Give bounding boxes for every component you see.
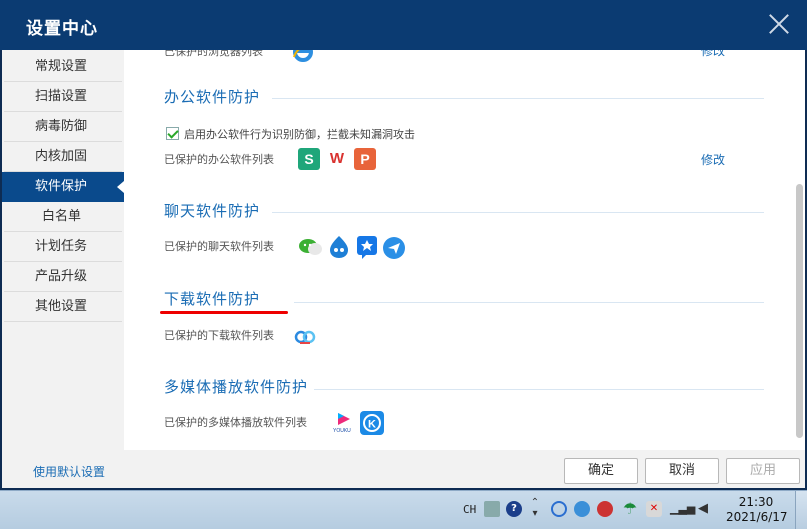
sidebar-item-label: 白名单 bbox=[42, 209, 82, 224]
sidebar-item-label: 内核加固 bbox=[35, 149, 88, 164]
youku-icon: YOUKU bbox=[333, 410, 355, 434]
sidebar: 常规设置 扫描设置 病毒防御 内核加固 软件保护 白名单 计划任务 产品升级 其… bbox=[2, 50, 124, 450]
sidebar-item-software-protection[interactable]: 软件保护 bbox=[2, 172, 124, 202]
apply-button[interactable]: 应用 bbox=[726, 458, 800, 484]
office-behavior-option: 启用办公软件行为识别防御，拦截未知漏洞攻击 bbox=[166, 126, 415, 142]
wechat-icon bbox=[298, 236, 324, 258]
sidebar-item-virus-defense[interactable]: 病毒防御 bbox=[2, 112, 124, 142]
keyboard-icon[interactable] bbox=[484, 501, 500, 517]
sidebar-item-schedule[interactable]: 计划任务 bbox=[2, 232, 124, 262]
sidebar-item-label: 病毒防御 bbox=[35, 119, 88, 134]
title-bar: 设置中心 bbox=[0, 0, 807, 50]
sidebar-item-label: 扫描设置 bbox=[35, 89, 88, 104]
divider bbox=[314, 389, 764, 390]
tray-expand-icon[interactable]: ⌃ ▾ bbox=[530, 497, 540, 521]
clock-time: 21:30 bbox=[738, 495, 774, 509]
sidebar-item-label: 常规设置 bbox=[35, 59, 88, 74]
settings-window: 常规设置 扫描设置 病毒防御 内核加固 软件保护 白名单 计划任务 产品升级 其… bbox=[2, 50, 805, 488]
sidebar-item-label: 产品升级 bbox=[35, 269, 88, 284]
red-underline-annotation bbox=[160, 311, 288, 314]
svg-text:K: K bbox=[368, 419, 376, 431]
youku-wordmark: YOUKU bbox=[333, 428, 351, 434]
office-list-label: 已保护的办公软件列表 bbox=[164, 153, 274, 166]
sidebar-item-whitelist[interactable]: 白名单 bbox=[2, 202, 124, 232]
ie-browser-icon bbox=[291, 50, 315, 63]
chat-list-label: 已保护的聊天软件列表 bbox=[164, 240, 274, 253]
office-section-title: 办公软件防护 bbox=[164, 88, 261, 106]
close-icon[interactable] bbox=[767, 12, 791, 36]
clock-date: 2021/6/17 bbox=[726, 510, 788, 524]
umbrella-icon[interactable]: ☂ bbox=[622, 501, 638, 517]
wps-writer-icon: W bbox=[326, 148, 348, 170]
volume-icon[interactable]: ◀ bbox=[695, 501, 711, 517]
media-list-label: 已保护的多媒体播放软件列表 bbox=[164, 416, 307, 429]
footer: 使用默认设置 确定 取消 应用 bbox=[2, 450, 805, 488]
browser-list-label: 已保护的浏览器列表 bbox=[164, 50, 263, 58]
kugou-icon: K bbox=[360, 411, 384, 435]
download-list-label: 已保护的下载软件列表 bbox=[164, 329, 274, 342]
sync-icon[interactable] bbox=[551, 501, 567, 517]
media-section-title: 多媒体播放软件防护 bbox=[164, 378, 309, 396]
messenger-icon bbox=[382, 236, 406, 260]
divider bbox=[294, 302, 764, 303]
sidebar-item-scan[interactable]: 扫描设置 bbox=[2, 82, 124, 112]
cancel-button[interactable]: 取消 bbox=[645, 458, 719, 484]
sidebar-item-other[interactable]: 其他设置 bbox=[2, 292, 124, 322]
sidebar-item-label: 软件保护 bbox=[35, 179, 88, 194]
baidu-netdisk-icon bbox=[294, 326, 316, 346]
wps-spreadsheet-icon: S bbox=[298, 148, 320, 170]
help-icon[interactable]: ? bbox=[506, 501, 522, 517]
office-modify-link[interactable]: 修改 bbox=[701, 151, 725, 168]
office-behavior-label: 启用办公软件行为识别防御，拦截未知漏洞攻击 bbox=[184, 128, 415, 141]
divider bbox=[272, 212, 764, 213]
taskbar: CH ? ⌃ ▾ ☂ ✕ ▁▃▅ ◀ 21:30 2021/6/17 bbox=[0, 490, 807, 529]
scrollbar-thumb[interactable] bbox=[796, 184, 803, 438]
qq-tray-icon[interactable] bbox=[574, 501, 590, 517]
signal-icon[interactable]: ▁▃▅ bbox=[670, 501, 695, 517]
sidebar-item-label: 其他设置 bbox=[35, 299, 88, 314]
wps-presentation-icon: P bbox=[354, 148, 376, 170]
ok-button[interactable]: 确定 bbox=[564, 458, 638, 484]
use-default-settings-link[interactable]: 使用默认设置 bbox=[33, 463, 105, 480]
office-behavior-checkbox[interactable] bbox=[166, 127, 179, 140]
sidebar-item-label: 计划任务 bbox=[35, 239, 88, 254]
sidebar-item-upgrade[interactable]: 产品升级 bbox=[2, 262, 124, 292]
sidebar-item-general[interactable]: 常规设置 bbox=[2, 52, 124, 82]
show-desktop-button[interactable] bbox=[795, 491, 807, 529]
content-panel: 已保护的浏览器列表 修改 办公软件防护 启用办公软件行为识别防御，拦截未知漏洞攻… bbox=[124, 50, 805, 450]
antivirus-tray-icon[interactable] bbox=[597, 501, 613, 517]
chat-section-title: 聊天软件防护 bbox=[164, 202, 261, 220]
language-indicator[interactable]: CH bbox=[463, 503, 476, 516]
dingtalk-icon bbox=[356, 235, 378, 259]
download-section-title: 下载软件防护 bbox=[164, 290, 261, 308]
qq-icon bbox=[327, 234, 351, 260]
sidebar-item-kernel[interactable]: 内核加固 bbox=[2, 142, 124, 172]
browser-modify-link[interactable]: 修改 bbox=[701, 50, 725, 59]
window-title: 设置中心 bbox=[26, 19, 98, 39]
active-arrow-icon bbox=[117, 181, 124, 193]
network-disconnected-icon[interactable]: ✕ bbox=[646, 501, 662, 517]
clock[interactable]: 21:30 2021/6/17 bbox=[726, 495, 788, 525]
divider bbox=[272, 98, 764, 99]
